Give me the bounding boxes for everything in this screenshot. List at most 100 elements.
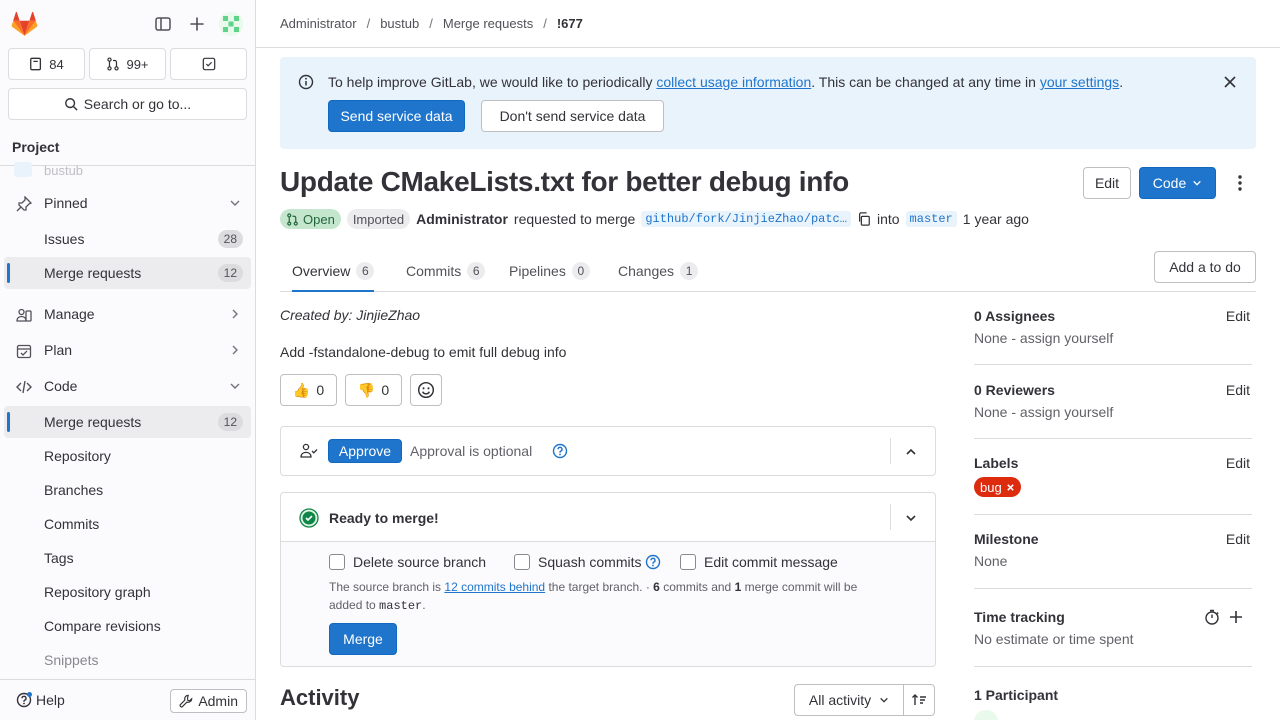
merge-requests-count: 99+ — [126, 56, 149, 72]
sidebar-item-repository[interactable]: Repository — [4, 440, 251, 472]
sidebar-item-compare-revisions[interactable]: Compare revisions — [4, 610, 251, 642]
help-icon[interactable] — [552, 443, 568, 459]
chevron-right-icon — [232, 345, 238, 355]
plus-icon[interactable] — [186, 13, 208, 35]
milestone-title: Milestone — [974, 531, 1039, 547]
merge-button[interactable]: Merge — [329, 623, 397, 655]
breadcrumb-item[interactable]: Administrator — [280, 16, 357, 31]
sidebar-item-merge-requests[interactable]: Merge requests 12 — [4, 406, 251, 438]
sidebar-item-code[interactable]: Code — [4, 370, 251, 402]
assignees-edit-button[interactable]: Edit — [1226, 308, 1250, 324]
status-badge: Open — [280, 209, 341, 229]
sidebar-item-merge-requests-pinned[interactable]: Merge requests 12 — [4, 257, 251, 289]
breadcrumb-item[interactable]: Merge requests — [443, 16, 533, 31]
add-reaction-button[interactable] — [410, 374, 442, 406]
divider — [974, 364, 1252, 365]
edit-commit-message-checkbox[interactable]: Edit commit message — [680, 554, 838, 570]
sidebar-item-label: Merge requests — [44, 265, 142, 281]
close-icon[interactable] — [1222, 74, 1238, 90]
chevron-down-icon[interactable] — [905, 512, 917, 524]
squash-commits-checkbox[interactable]: Squash commits — [514, 554, 661, 570]
approve-button[interactable]: Approve — [328, 439, 402, 463]
author-name[interactable]: Administrator — [416, 211, 508, 227]
send-service-data-button[interactable]: Send service data — [328, 100, 465, 132]
close-icon[interactable] — [1006, 483, 1015, 492]
merge-requests-count-button[interactable]: 99+ — [89, 48, 166, 80]
sidebar-item-label: Issues — [44, 231, 85, 247]
labels-edit-button[interactable]: Edit — [1226, 455, 1250, 471]
stopwatch-icon[interactable] — [1204, 609, 1220, 625]
milestone-section: Milestone None Edit — [974, 531, 1252, 569]
tab-pipelines[interactable]: Pipelines 0 — [509, 250, 590, 291]
issues-count: 84 — [49, 56, 64, 72]
sidebar-item-repository-graph[interactable]: Repository graph — [4, 576, 251, 608]
activity-filter-dropdown[interactable]: All activity — [794, 684, 904, 716]
assignees-value[interactable]: None - assign yourself — [974, 330, 1252, 346]
sidebar-item-commits[interactable]: Commits — [4, 508, 251, 540]
target-branch[interactable]: master — [905, 211, 957, 227]
user-avatar[interactable] — [219, 12, 243, 36]
code-dropdown-button[interactable]: Code — [1139, 167, 1216, 199]
admin-button[interactable]: Admin — [170, 689, 247, 713]
sidebar-toggle-icon[interactable] — [152, 13, 174, 35]
info-icon — [298, 74, 314, 90]
ready-to-merge-text: Ready to merge! — [329, 510, 439, 526]
sidebar-item-label: Compare revisions — [44, 618, 161, 634]
issues-count-button[interactable]: 84 — [8, 48, 85, 80]
tab-overview[interactable]: Overview 6 — [292, 250, 375, 292]
thumbs-up-button[interactable]: 👍 0 — [280, 374, 337, 406]
merge-request-icon — [107, 57, 120, 71]
sidebar: 84 99+ Search or go to... Project bustub… — [0, 0, 256, 720]
gitlab-logo-icon[interactable] — [11, 11, 38, 37]
chevron-up-icon[interactable] — [905, 446, 917, 458]
todo-button[interactable] — [170, 48, 247, 80]
sidebar-item-pinned[interactable]: Pinned — [4, 187, 251, 219]
tab-changes[interactable]: Changes 1 — [618, 250, 699, 291]
reviewers-edit-button[interactable]: Edit — [1226, 382, 1250, 398]
checkbox-box[interactable] — [329, 554, 345, 570]
commits-behind-link[interactable]: 12 commits behind — [444, 580, 545, 594]
dont-send-service-data-button[interactable]: Don't send service data — [481, 100, 664, 132]
help-icon[interactable] — [645, 554, 661, 570]
checkbox-box[interactable] — [680, 554, 696, 570]
edit-button[interactable]: Edit — [1083, 167, 1131, 199]
search-icon — [64, 98, 78, 111]
sidebar-item-plan[interactable]: Plan — [4, 334, 251, 366]
project-avatar — [14, 162, 32, 177]
sidebar-item-manage[interactable]: Manage — [4, 298, 251, 330]
plus-icon[interactable] — [1228, 609, 1244, 625]
sidebar-item-issues[interactable]: Issues 28 — [4, 223, 251, 255]
breadcrumb-current[interactable]: !677 — [557, 16, 583, 31]
milestone-edit-button[interactable]: Edit — [1226, 531, 1250, 547]
settings-link[interactable]: your settings — [1040, 74, 1119, 90]
breadcrumb-item[interactable]: bustub — [380, 16, 419, 31]
page-title: Update CMakeLists.txt for better debug i… — [280, 166, 849, 197]
sidebar-item-tags[interactable]: Tags — [4, 542, 251, 574]
sidebar-item-snippets[interactable]: Snippets — [4, 644, 251, 676]
reviewers-value[interactable]: None - assign yourself — [974, 404, 1252, 420]
usage-info-link[interactable]: collect usage information — [656, 74, 811, 90]
commits-count: 6 — [653, 580, 660, 594]
participant-avatar[interactable] — [974, 710, 998, 720]
banner-text: . This can be changed at any time in — [811, 74, 1040, 90]
source-branch[interactable]: github/fork/JinjieZhao/patc… — [641, 211, 851, 227]
tab-count: 0 — [571, 261, 590, 280]
tab-commits[interactable]: Commits 6 — [406, 250, 486, 291]
search-button[interactable]: Search or go to... — [8, 88, 247, 120]
checkbox-box[interactable] — [514, 554, 530, 570]
add-todo-button[interactable]: Add a to do — [1154, 251, 1256, 283]
sidebar-item-branches[interactable]: Branches — [4, 474, 251, 506]
sort-direction-button[interactable] — [903, 684, 935, 716]
delete-source-branch-checkbox[interactable]: Delete source branch — [329, 554, 486, 570]
copy-icon[interactable] — [857, 212, 871, 226]
thumbs-down-count: 0 — [381, 382, 390, 398]
thumbs-down-button[interactable]: 👎 0 — [345, 374, 402, 406]
help-button[interactable]: Help — [16, 692, 65, 708]
mr-time: 1 year ago — [962, 211, 1029, 227]
sidebar-item-label: Snippets — [44, 652, 99, 668]
tab-label: Overview — [292, 262, 351, 279]
more-actions-icon[interactable] — [1230, 173, 1250, 193]
label-bug[interactable]: bug — [974, 477, 1021, 497]
tab-label: Pipelines — [509, 262, 566, 279]
reviewers-section: 0 Reviewers None - assign yourself Edit — [974, 382, 1252, 420]
